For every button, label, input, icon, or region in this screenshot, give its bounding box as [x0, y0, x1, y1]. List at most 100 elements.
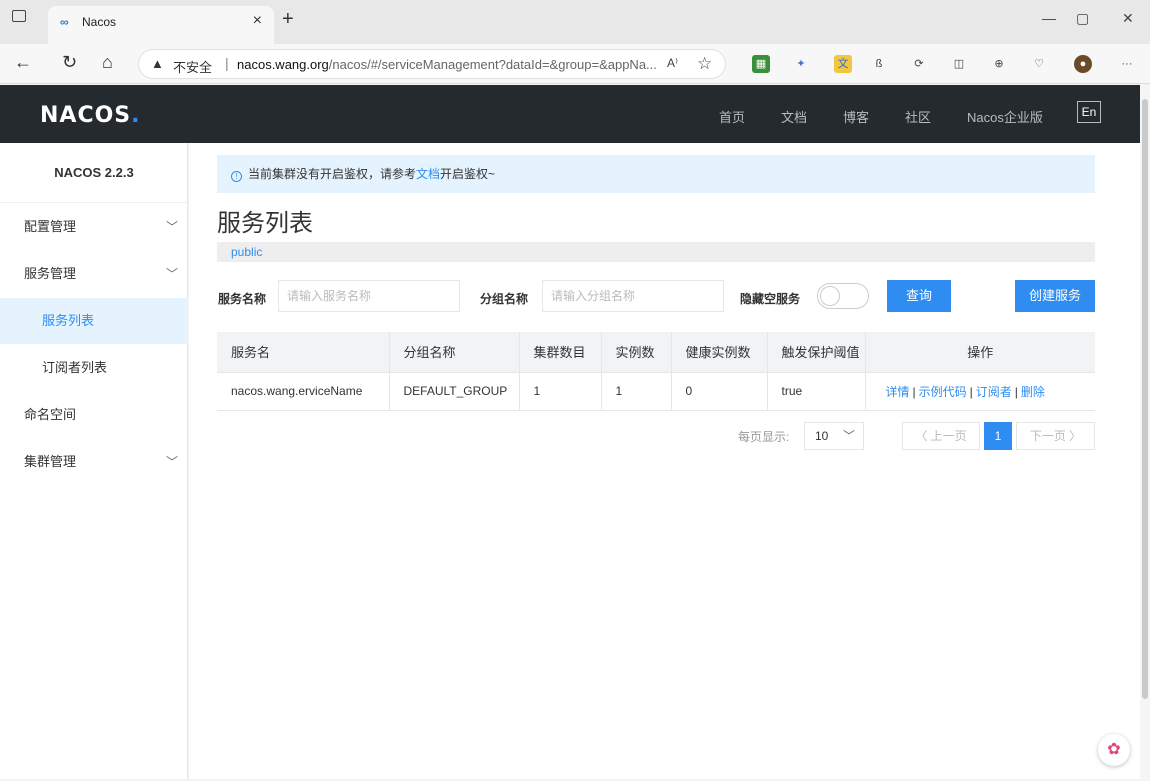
- tab-actions-icon[interactable]: [12, 10, 26, 22]
- minimize-icon[interactable]: —: [1042, 10, 1056, 26]
- language-switch-button[interactable]: En: [1077, 101, 1101, 123]
- url-path: /nacos/#/serviceManagement?dataId=&group…: [328, 57, 657, 72]
- hide-empty-label: 隐藏空服务: [740, 292, 801, 306]
- nacos-logo[interactable]: NACOS.: [40, 103, 141, 128]
- home-icon[interactable]: ⌂: [102, 52, 113, 73]
- address-bar: ← ↻ ⌂ ▲ 不安全 | nacos.wang.org/nacos/#/ser…: [0, 44, 1150, 84]
- per-page-select[interactable]: 10 ﹀: [804, 422, 864, 450]
- table-header-row: 服务名 分组名称 集群数目 实例数 健康实例数 触发保护阈值 操作: [217, 332, 1095, 373]
- group-name-input[interactable]: [542, 280, 724, 312]
- app-header: NACOS. 首页 文档 博客 社区 Nacos企业版 En: [0, 85, 1140, 143]
- browser-tab[interactable]: ∞ Nacos ×: [48, 6, 274, 44]
- profile-avatar[interactable]: ●: [1074, 55, 1092, 73]
- chevron-down-icon: ﹀: [842, 429, 855, 443]
- logo-text: NACOS: [40, 103, 132, 128]
- performance-icon[interactable]: ♡: [1030, 55, 1048, 73]
- next-page-button[interactable]: 下一页 〉: [1016, 422, 1095, 450]
- cell-healthy-count: 0: [671, 372, 768, 411]
- nav-docs[interactable]: 文档: [781, 107, 807, 126]
- page-number-current[interactable]: 1: [984, 422, 1012, 450]
- favorite-star-icon[interactable]: ☆: [697, 54, 712, 74]
- cell-instance-count: 1: [601, 372, 672, 411]
- alert-text-after: 开启鉴权~: [440, 167, 496, 181]
- sidebar-item-label: 配置管理: [24, 219, 77, 234]
- extension-bird-icon[interactable]: ✦: [792, 55, 810, 73]
- assistant-icon[interactable]: ✿: [1098, 734, 1130, 766]
- col-service-name: 服务名: [217, 332, 390, 373]
- maximize-icon[interactable]: ▢: [1076, 10, 1089, 27]
- prev-page-button[interactable]: 〈 上一页: [902, 422, 980, 450]
- subscribers-link[interactable]: 订阅者: [976, 385, 1012, 399]
- sidebar-item-cluster-management[interactable]: 集群管理 ﹀: [0, 439, 188, 485]
- warning-icon[interactable]: ▲: [151, 56, 164, 71]
- split-screen-icon[interactable]: ◫: [950, 55, 968, 73]
- read-aloud-icon[interactable]: A⁾: [667, 56, 678, 70]
- col-healthy-count: 健康实例数: [671, 332, 768, 373]
- security-label: 不安全: [173, 60, 213, 75]
- chevron-down-icon: ﹀: [165, 455, 178, 469]
- per-page-value: 10: [815, 429, 829, 443]
- chevron-down-icon: ﹀: [165, 220, 178, 234]
- page-scrollbar[interactable]: [1140, 85, 1150, 779]
- nav-enterprise[interactable]: Nacos企业版: [967, 107, 1043, 126]
- extensions-icon[interactable]: ⟳: [910, 55, 928, 73]
- url-text: nacos.wang.org/nacos/#/serviceManagement…: [237, 57, 657, 72]
- col-group-name: 分组名称: [389, 332, 520, 373]
- sidebar-item-subscriber-list[interactable]: 订阅者列表: [0, 345, 188, 391]
- nav-home[interactable]: 首页: [719, 107, 745, 126]
- sidebar-item-service-list[interactable]: 服务列表: [0, 298, 188, 344]
- url-field[interactable]: ▲ 不安全 | nacos.wang.org/nacos/#/serviceMa…: [138, 49, 726, 79]
- hide-empty-toggle[interactable]: [817, 283, 869, 309]
- cell-protect-threshold: true: [767, 372, 866, 411]
- scrollbar-thumb[interactable]: [1142, 99, 1148, 699]
- extension-puzzle-icon[interactable]: ß: [870, 55, 888, 73]
- version-label: NACOS 2.2.3: [0, 143, 188, 203]
- sidebar-item-service-management[interactable]: 服务管理 ﹀: [0, 251, 188, 297]
- main-content: ! 当前集群没有开启鉴权，请参考文档开启鉴权~ 服务列表 public 服务名称 …: [189, 143, 1140, 779]
- delete-link[interactable]: 删除: [1021, 385, 1045, 399]
- close-tab-icon[interactable]: ×: [253, 12, 262, 30]
- service-name-label: 服务名称: [218, 292, 267, 306]
- browser-tab-bar: ∞ Nacos × + — ▢ ✕: [0, 0, 1150, 44]
- logo-dot: .: [131, 103, 141, 128]
- col-cluster-count: 集群数目: [519, 332, 602, 373]
- refresh-icon[interactable]: ↻: [62, 52, 77, 73]
- extension-green-icon[interactable]: ▦: [752, 55, 770, 73]
- docs-link[interactable]: 文档: [416, 167, 440, 181]
- close-window-icon[interactable]: ✕: [1122, 10, 1134, 27]
- group-name-label: 分组名称: [480, 292, 529, 306]
- more-menu-icon[interactable]: ···: [1118, 55, 1136, 73]
- col-protect-threshold: 触发保护阈值: [767, 332, 866, 373]
- nav-community[interactable]: 社区: [905, 107, 931, 126]
- alert-text-before: 当前集群没有开启鉴权，请参考: [248, 167, 417, 181]
- cell-actions: 详情 | 示例代码 | 订阅者 | 删除: [865, 372, 1095, 411]
- detail-link[interactable]: 详情: [886, 385, 910, 399]
- create-service-button[interactable]: 创建服务: [1015, 280, 1095, 312]
- collections-icon[interactable]: ⊕: [990, 55, 1008, 73]
- nav-blog[interactable]: 博客: [843, 107, 869, 126]
- action-divider: |: [969, 384, 973, 399]
- new-tab-icon[interactable]: +: [282, 8, 294, 31]
- cell-cluster-count: 1: [519, 372, 602, 411]
- per-page-label: 每页显示:: [738, 430, 790, 444]
- namespace-tab[interactable]: public: [217, 242, 1095, 262]
- auth-alert: ! 当前集群没有开启鉴权，请参考文档开启鉴权~: [217, 155, 1095, 193]
- tab-title: Nacos: [82, 15, 117, 29]
- url-host: nacos.wang.org: [237, 57, 329, 72]
- sample-code-link[interactable]: 示例代码: [919, 385, 967, 399]
- nacos-favicon-icon: ∞: [60, 15, 69, 29]
- url-divider: |: [225, 55, 229, 71]
- col-instance-count: 实例数: [601, 332, 672, 373]
- col-actions: 操作: [865, 332, 1095, 373]
- sidebar-item-namespace[interactable]: 命名空间: [0, 392, 188, 438]
- info-icon: !: [231, 171, 242, 182]
- table-row: nacos.wang.erviceName DEFAULT_GROUP 1 1 …: [217, 372, 1095, 411]
- page-title: 服务列表: [217, 210, 313, 237]
- back-icon[interactable]: ←: [14, 52, 32, 73]
- extension-translate-icon[interactable]: 文: [834, 55, 852, 73]
- cell-service-name: nacos.wang.erviceName: [217, 372, 390, 411]
- sidebar-item-config-management[interactable]: 配置管理 ﹀: [0, 204, 188, 250]
- sidebar-item-label: 集群管理: [24, 454, 77, 469]
- service-name-input[interactable]: [278, 280, 460, 312]
- query-button[interactable]: 查询: [887, 280, 951, 312]
